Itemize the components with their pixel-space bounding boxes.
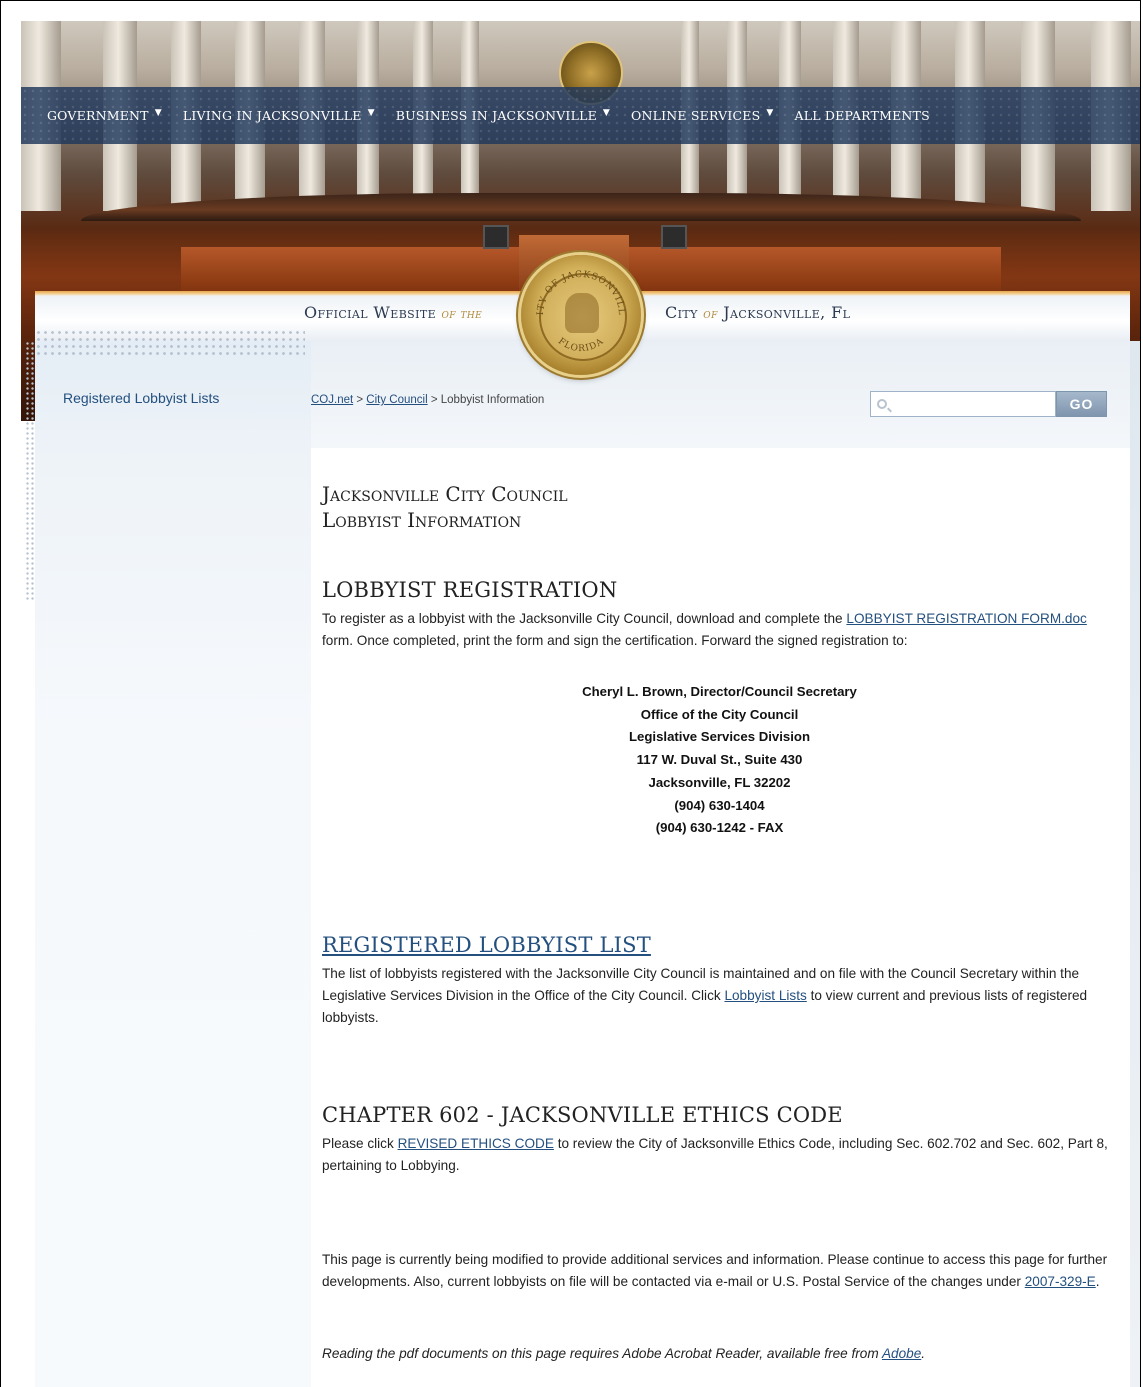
revised-ethics-code-link[interactable]: REVISED ETHICS CODE [398,1136,554,1151]
breadcrumb-separator: > [427,394,441,406]
city-seal-logo: CITY OF JACKSONVILLE FLORIDA [521,255,641,375]
adobe-notice: Reading the pdf documents on this page r… [322,1343,1117,1365]
heading-registered-lobbyist-list-link[interactable]: REGISTERED LOBBYIST LIST [322,933,651,957]
paragraph-text: To register as a lobbyist with the Jacks… [322,611,847,626]
page-title-line: Jacksonville City Council [322,482,568,506]
search-input[interactable] [891,393,1045,415]
address-line: (904) 630-1404 [674,797,765,813]
svg-text:CITY OF JACKSONVILLE: CITY OF JACKSONVILLE [521,255,626,316]
banner-official-website: Official Website of the [304,303,482,322]
breadcrumb-link-city-council[interactable]: City Council [366,394,427,406]
sidebar [35,341,311,1387]
browser-page: GOVERNMENT ▼ LIVING IN JACKSONVILLE ▼ BU… [0,0,1141,1387]
search-box [870,391,1056,417]
nav-business-in-jacksonville[interactable]: BUSINESS IN JACKSONVILLE ▼ [395,107,611,124]
nav-government[interactable]: GOVERNMENT ▼ [47,107,162,124]
breadcrumb-link-cojnet[interactable]: COJ.net [311,394,353,406]
search-go-button[interactable]: GO [1056,391,1107,417]
sidebar-item-registered-lobbyist-lists[interactable]: Registered Lobbyist Lists [63,390,219,406]
dropdown-caret-icon: ▼ [766,107,774,118]
paragraph-text: Reading the pdf documents on this page r… [322,1346,882,1361]
address-line: (904) 630-1242 - FAX [655,820,784,836]
address-line: 117 W. Duval St., Suite 430 [636,752,803,768]
dropdown-caret-icon: ▼ [367,107,375,118]
banner-text: Official Website [304,303,437,322]
seal-lettering: CITY OF JACKSONVILLE FLORIDA [521,255,626,354]
breadcrumb-current: Lobbyist Information [440,394,545,406]
right-edge-decoration [1130,341,1140,1387]
nav-online-services[interactable]: ONLINE SERVICES ▼ [631,107,774,124]
nav-label: LIVING IN JACKSONVILLE [182,108,362,123]
address-line: Jacksonville, FL 32202 [648,774,791,790]
address-line: Legislative Services Division [628,729,811,745]
nav-all-departments[interactable]: ALL DEPARTMENTS [795,108,930,123]
mailing-address: Cheryl L. Brown, Director/Council Secret… [322,681,1117,840]
nav-living-in-jacksonville[interactable]: LIVING IN JACKSONVILLE ▼ [182,107,375,124]
dropdown-caret-icon: ▼ [154,107,162,118]
left-decoration [25,341,35,601]
dropdown-caret-icon: ▼ [602,107,611,118]
breadcrumb: COJ.net > City Council > Lobbyist Inform… [311,394,544,406]
lobbyist-registration-form-link[interactable]: LOBBYIST REGISTRATION FORM.doc [846,611,1086,626]
registered-list-paragraph: The list of lobbyists registered with th… [322,963,1117,1029]
banner-text: City [665,303,698,322]
svg-text:FLORIDA: FLORIDA [556,336,606,354]
paragraph-text: form. Once completed, print the form and… [322,633,908,648]
banner-text: of the [441,307,483,322]
address-line: Cheryl L. Brown, Director/Council Secret… [582,684,857,699]
nav-label: ALL DEPARTMENTS [794,108,930,123]
notice-paragraph: This page is currently being modified to… [322,1249,1117,1293]
registration-paragraph: To register as a lobbyist with the Jacks… [322,608,1117,652]
paragraph-text: Please click [322,1136,398,1151]
paragraph-text: This page is currently being modified to… [322,1252,1108,1289]
nav-label: ONLINE SERVICES [631,108,761,123]
nav-label: GOVERNMENT [47,108,149,123]
main-nav: GOVERNMENT ▼ LIVING IN JACKSONVILLE ▼ BU… [21,87,1140,144]
ethics-paragraph: Please click REVISED ETHICS CODE to revi… [322,1133,1117,1177]
page-title-line: Lobbyist Information [322,508,522,532]
heading-lobbyist-registration: LOBBYIST REGISTRATION [322,578,618,602]
search-icon [877,399,887,409]
paragraph-text: . [921,1346,926,1361]
lobbyist-lists-link[interactable]: Lobbyist Lists [724,988,806,1003]
address-line: Office of the City Council [640,706,799,722]
banner-text: of [703,307,718,322]
breadcrumb-separator: > [353,394,367,406]
heading-ethics-code: CHAPTER 602 - JACKSONVILLE ETHICS CODE [322,1103,843,1127]
ordinance-2007-329-e-link[interactable]: 2007-329-E [1025,1274,1096,1289]
page-title: Jacksonville City Council Lobbyist Infor… [322,481,568,533]
adobe-link[interactable]: Adobe [882,1346,921,1361]
nav-label: BUSINESS IN JACKSONVILLE [395,108,597,123]
banner-text: Jacksonville, Fl [723,303,851,322]
banner-city-name: City of Jacksonville, Fl [665,303,850,322]
sidebar-decoration [35,329,305,359]
paragraph-text: . [1095,1274,1100,1289]
